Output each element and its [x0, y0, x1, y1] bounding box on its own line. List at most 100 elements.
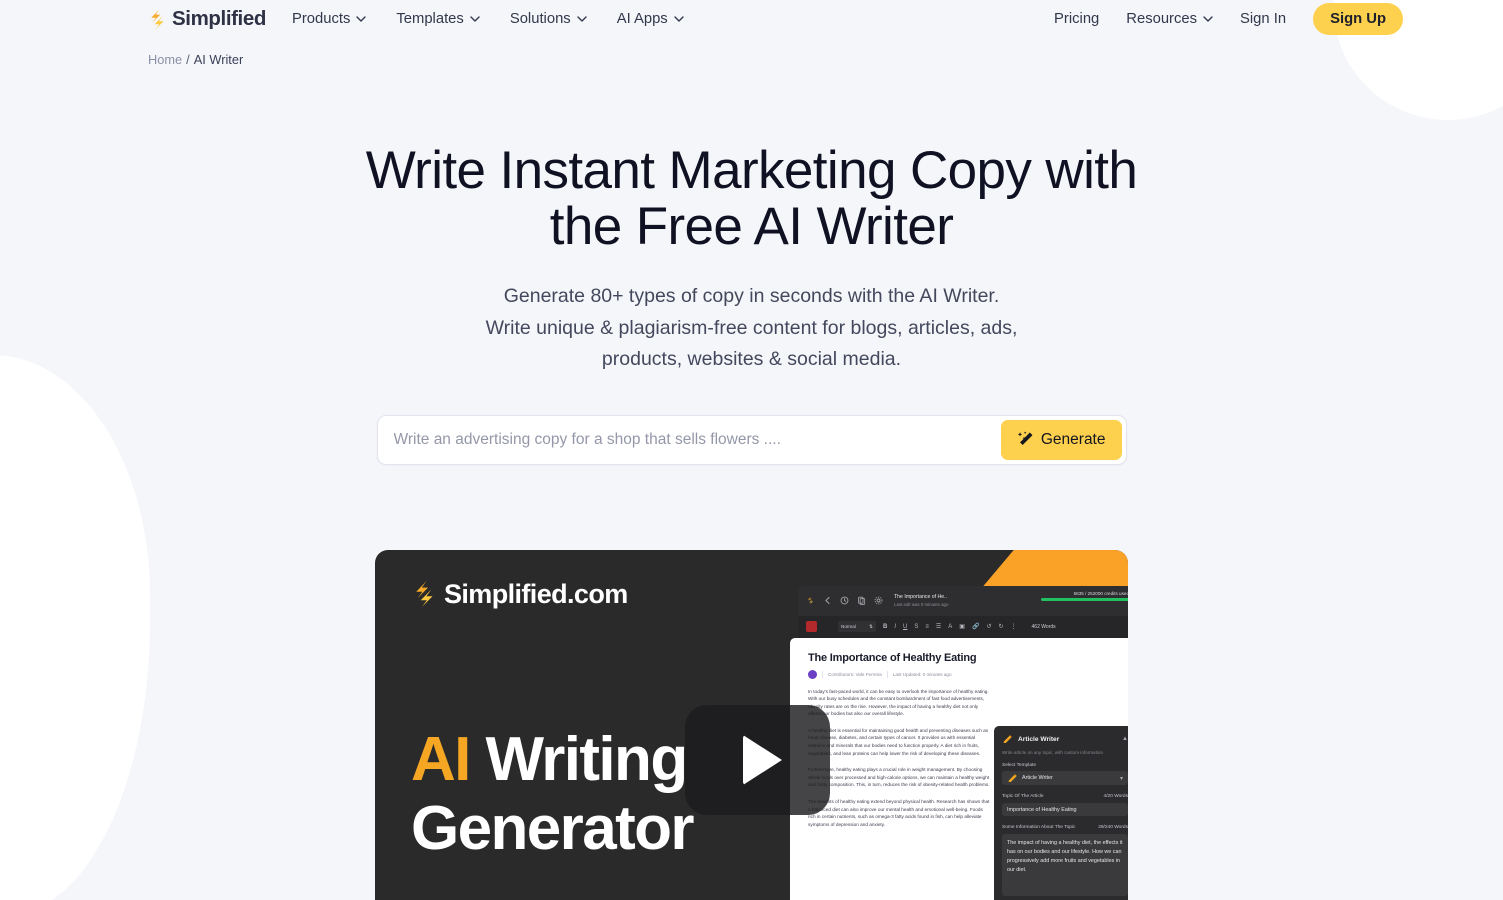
breadcrumb-separator: /	[186, 52, 190, 67]
play-video-button[interactable]	[685, 704, 830, 815]
hero-subtitle-line-3: products, websites & social media.	[601, 348, 902, 370]
nav-label: AI Apps	[616, 11, 668, 27]
nav-item-ai-apps[interactable]: AI Apps	[617, 11, 684, 27]
topic-word-counter: 4/20 Words	[1103, 794, 1128, 800]
simplified-bolt-logo-icon	[416, 581, 433, 607]
brand-logo[interactable]: Simplified	[148, 7, 266, 31]
editor-article-meta: Contributors: Vale Ferreira Last Updated…	[808, 669, 1128, 679]
editor-contributors: Contributors: Vale Ferreira	[828, 671, 882, 677]
topic-label: Topic Of The Article	[1002, 794, 1044, 800]
topic-field-header: Topic Of The Article 4/20 Words	[1002, 793, 1128, 800]
generate-button-label: Generate	[1040, 430, 1106, 448]
site-header: Simplified Products Templates Solutions …	[0, 0, 1503, 38]
chevron-down-icon	[470, 16, 480, 22]
nav-item-products[interactable]: Products	[291, 11, 367, 27]
prompt-search-bar: Generate	[376, 414, 1127, 465]
decorative-blob-left	[0, 355, 150, 900]
editor-paragraph: Furthermore, healthy eating plays a cruc…	[808, 767, 990, 788]
nav-label: Products	[291, 11, 351, 27]
article-writer-panel: Article Writer ▲ Write article on any to…	[994, 725, 1128, 900]
text-color-icon[interactable]: A	[948, 624, 952, 630]
simplified-bolt-logo-icon	[807, 596, 814, 605]
nav-item-solutions[interactable]: Solutions	[510, 11, 587, 27]
back-chevron-icon[interactable]	[823, 596, 832, 605]
underline-icon[interactable]: U	[903, 624, 907, 630]
editor-credits: 5835 / 252000 credits used	[1041, 591, 1128, 601]
strikethrough-icon[interactable]: S	[914, 624, 918, 630]
bold-icon[interactable]: B	[883, 624, 887, 630]
editor-article-title: The Importance of Healthy Eating	[808, 651, 977, 664]
article-writer-title: Article Writer	[1018, 735, 1060, 743]
breadcrumb-current: AI Writer	[193, 52, 244, 67]
template-select-value: Article Writer	[1022, 775, 1053, 782]
chevron-down-icon	[674, 16, 684, 22]
article-writer-header[interactable]: Article Writer ▲	[1002, 734, 1128, 745]
history-clock-icon[interactable]	[840, 596, 849, 605]
editor-style-select[interactable]: Normal ⇅	[838, 621, 876, 632]
topic-input[interactable]: Importance of Healthy Eating	[1002, 803, 1128, 817]
redo-icon[interactable]: ↻	[998, 623, 1003, 630]
editor-document-subtitle: Last edit was 0 minutes ago	[894, 601, 949, 607]
nav-item-templates[interactable]: Templates	[396, 11, 480, 27]
breadcrumb-home-link[interactable]: Home	[148, 52, 182, 67]
more-options-icon[interactable]: ⋮	[1011, 623, 1017, 630]
page-title: Write Instant Marketing Copy with the Fr…	[365, 141, 1138, 256]
secondary-nav: Pricing Resources Sign In Sign Up	[1054, 3, 1403, 35]
avatar	[808, 669, 817, 679]
hero-section: Write Instant Marketing Copy with the Fr…	[0, 67, 1503, 376]
editor-last-updated: Last Updated: 0 minutes ago	[892, 671, 952, 677]
nav-label: Solutions	[509, 11, 571, 27]
video-headline-line-2: Generator	[411, 793, 695, 863]
list-icon[interactable]: ☰	[936, 623, 941, 630]
article-writer-description: Write article on any topic, with custom …	[1002, 749, 1104, 755]
hero-subtitle-line-1: Generate 80+ types of copy in seconds wi…	[503, 285, 1000, 307]
pencil-icon	[1008, 773, 1017, 782]
sign-up-button[interactable]: Sign Up	[1313, 3, 1403, 35]
product-video-card[interactable]: Simplified.com AI Writing Generator The …	[375, 549, 1128, 900]
video-brand-name: Simplified.com	[444, 578, 628, 609]
primary-nav: Products Templates Solutions AI Apps	[292, 11, 684, 27]
editor-top-bar: The Importance of He.. Last edit was 0 m…	[798, 585, 1128, 616]
chevron-down-icon	[1203, 16, 1213, 22]
align-icon[interactable]: ≡	[925, 624, 929, 630]
nav-label: Resources	[1126, 11, 1198, 27]
select-template-label: Select Template	[1002, 763, 1037, 769]
editor-brand-badge	[806, 621, 817, 632]
brand-name: Simplified	[172, 7, 266, 30]
chevron-up-icon[interactable]: ▲	[1122, 736, 1128, 742]
template-select[interactable]: Article Writer ▾	[1002, 771, 1128, 786]
settings-gear-icon[interactable]	[874, 596, 883, 605]
info-word-counter: 29/240 Words	[1098, 825, 1128, 831]
copy-document-icon[interactable]	[857, 596, 866, 605]
nav-item-pricing[interactable]: Pricing	[1054, 11, 1099, 27]
chevron-down-icon: ▾	[1119, 775, 1123, 782]
chevron-down-icon	[356, 16, 367, 22]
hero-subtitle-line-2: Write unique & plagiarism-free content f…	[485, 316, 1018, 339]
sign-in-link[interactable]: Sign In	[1240, 11, 1286, 27]
nav-item-resources[interactable]: Resources	[1126, 11, 1213, 27]
info-textarea[interactable]: The impact of having a healthy diet, the…	[1002, 834, 1128, 897]
generate-button[interactable]: Generate	[1000, 419, 1122, 460]
editor-mockup: The Importance of He.. Last edit was 0 m…	[790, 585, 1128, 900]
editor-word-count: 462 Words	[1031, 623, 1056, 630]
link-icon[interactable]: 🔗	[972, 623, 979, 630]
simplified-bolt-logo-icon	[151, 9, 164, 29]
chevron-updown-icon: ⇅	[869, 623, 873, 629]
editor-format-toolbar: Normal ⇅ B I U S ≡ ☰ A ▣ 🔗 ↺ ↻ ⋮ 462 Wor…	[798, 615, 1128, 638]
breadcrumb: Home / AI Writer	[0, 38, 1503, 67]
hero-subtitle: Generate 80+ types of copy in seconds wi…	[0, 281, 1503, 376]
video-headline-highlight: AI	[411, 724, 471, 794]
chevron-down-icon	[577, 16, 587, 22]
editor-credits-text: 5835 / 252000 credits used	[1073, 590, 1128, 596]
highlight-icon[interactable]: ▣	[959, 623, 965, 630]
nav-label: Pricing	[1054, 11, 1100, 27]
pencil-icon	[1003, 734, 1012, 743]
editor-style-value: Normal	[841, 624, 856, 629]
editor-document-title: The Importance of He..	[894, 593, 948, 600]
video-headline: AI Writing Generator	[411, 724, 695, 863]
magic-wand-icon	[1017, 431, 1033, 445]
prompt-input[interactable]	[377, 415, 1001, 464]
undo-icon[interactable]: ↺	[986, 623, 991, 630]
italic-icon[interactable]: I	[894, 624, 896, 630]
editor-credits-progress-bar	[1041, 597, 1128, 601]
